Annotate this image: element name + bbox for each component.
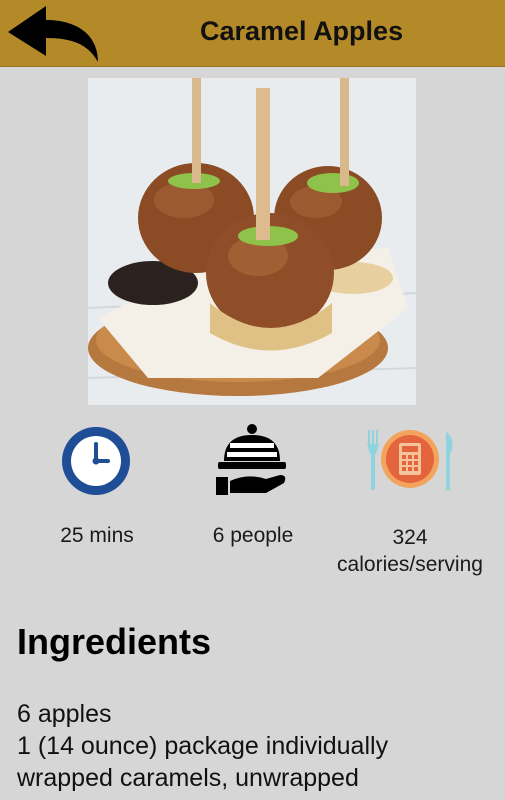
back-button[interactable] xyxy=(6,4,102,64)
page-title: Caramel Apples xyxy=(200,16,404,46)
calculator-plate-icon xyxy=(367,430,453,490)
caramel-apples-photo xyxy=(88,78,416,405)
serving-cloche-icon xyxy=(216,424,286,495)
stat-servings-label: 6 people xyxy=(212,524,294,547)
stat-time-label: 25 mins xyxy=(60,524,134,547)
ingredient-item: 6 apples xyxy=(17,700,112,728)
ingredients-list: 6 apples 1 (14 ounce) package individual… xyxy=(17,698,497,794)
ingredients-heading: Ingredients xyxy=(17,621,212,662)
back-arrow-icon xyxy=(8,6,98,62)
clock-icon xyxy=(62,427,130,495)
ingredient-item: 1 (14 ounce) package individually xyxy=(17,732,389,760)
app-header: Caramel Apples xyxy=(0,0,505,67)
stat-calories-unit: calories/serving xyxy=(337,553,483,576)
ingredient-item: wrapped caramels, unwrapped xyxy=(17,764,359,792)
stat-calories-label: 324 calories/serving xyxy=(322,524,498,578)
recipe-image xyxy=(88,78,416,405)
stat-calories-value: 324 xyxy=(392,526,428,549)
